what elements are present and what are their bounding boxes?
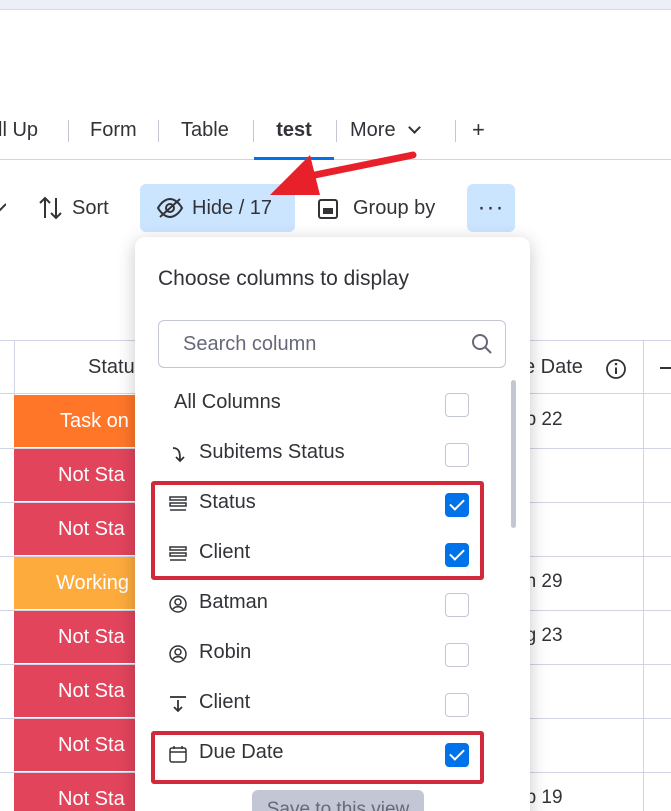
checkbox[interactable] [445, 643, 469, 667]
column-option[interactable]: All Columns [160, 381, 480, 429]
column-option-label: Client [199, 691, 251, 713]
tab-label: test [276, 119, 312, 141]
add-view-label: + [472, 117, 485, 142]
search-input[interactable] [159, 321, 459, 367]
column-visibility-popup: Choose columns to display All Columns Sub… [135, 237, 530, 811]
status-cell[interactable]: Working [14, 557, 135, 609]
info-icon[interactable] [605, 358, 627, 380]
checkbox[interactable] [445, 693, 469, 717]
sort-label: Sort [72, 197, 109, 219]
top-strip [0, 0, 671, 10]
tab-label: ll Up [0, 119, 39, 141]
tab-divider [68, 120, 69, 142]
tab-divider [158, 120, 159, 142]
status-column-icon [169, 496, 187, 511]
search-icon [472, 334, 492, 354]
status-cell[interactable]: Not Sta [14, 719, 135, 771]
checkbox-checked[interactable] [445, 543, 469, 567]
column-option[interactable]: Subitems Status [160, 431, 480, 479]
column-option[interactable]: Client [160, 681, 480, 729]
tab-roll-up[interactable]: ll Up [0, 108, 38, 160]
tab-label: Table [181, 119, 229, 141]
column-option[interactable]: Due Date [160, 731, 480, 779]
chevron-down-icon [407, 121, 421, 134]
status-cell[interactable]: Task on [14, 395, 135, 447]
status-cell[interactable]: Not Sta [14, 665, 135, 717]
eye-off-icon [156, 197, 184, 219]
sort-button[interactable]: Sort [36, 184, 109, 232]
column-option-label: All Columns [174, 391, 281, 413]
tab-divider [455, 120, 456, 142]
tab-table[interactable]: Table [181, 108, 229, 160]
checkbox-checked[interactable] [445, 493, 469, 517]
tab-form[interactable]: Form [90, 108, 137, 160]
tab-label: More [350, 119, 396, 141]
tab-label: Form [90, 119, 137, 141]
scrollbar[interactable] [511, 380, 516, 528]
status-column-header[interactable]: Statu [88, 356, 135, 379]
person-icon [169, 595, 187, 613]
subitem-icon [172, 447, 185, 463]
column-option-label: Robin [199, 641, 252, 663]
status-cell[interactable]: Not Sta [14, 449, 135, 501]
checkbox[interactable] [445, 593, 469, 617]
person-icon [169, 645, 187, 663]
column-option-label: Due Date [199, 741, 284, 763]
ellipsis-icon: ··· [477, 194, 505, 221]
chevron-left-partial-icon[interactable] [0, 184, 8, 232]
checkbox[interactable] [445, 393, 469, 417]
column-option[interactable]: Status [160, 481, 480, 529]
column-divider [643, 340, 644, 811]
column-option-label: Batman [199, 591, 268, 613]
red-arrow-annotation [270, 151, 417, 195]
save-to-view-button[interactable]: Save to this view [252, 790, 424, 811]
hide-label: Hide / 17 [192, 197, 273, 219]
checkbox-checked[interactable] [445, 743, 469, 767]
column-option-label: Status [199, 491, 256, 513]
status-cell[interactable]: Not Sta [14, 773, 135, 811]
mirror-column-icon [170, 696, 186, 713]
text-column-icon [169, 546, 187, 561]
column-option[interactable]: Client [160, 531, 480, 579]
column-option-label: Client [199, 541, 251, 563]
more-options-button[interactable]: ··· [467, 184, 515, 232]
add-column-icon[interactable] [660, 367, 671, 369]
checkbox[interactable] [445, 443, 469, 467]
tab-divider [336, 120, 337, 142]
column-option[interactable]: Robin [160, 631, 480, 679]
calendar-icon [169, 746, 187, 763]
due-date-column-header[interactable]: e Date [524, 356, 583, 379]
sort-icon [39, 196, 62, 220]
status-cell[interactable]: Not Sta [14, 611, 135, 663]
column-option[interactable]: Batman [160, 581, 480, 629]
column-option-label: Subitems Status [199, 441, 345, 463]
status-cell[interactable]: Not Sta [14, 503, 135, 555]
popup-title: Choose columns to display [158, 267, 409, 290]
add-view-button[interactable]: + [472, 108, 485, 160]
search-box [158, 320, 506, 368]
